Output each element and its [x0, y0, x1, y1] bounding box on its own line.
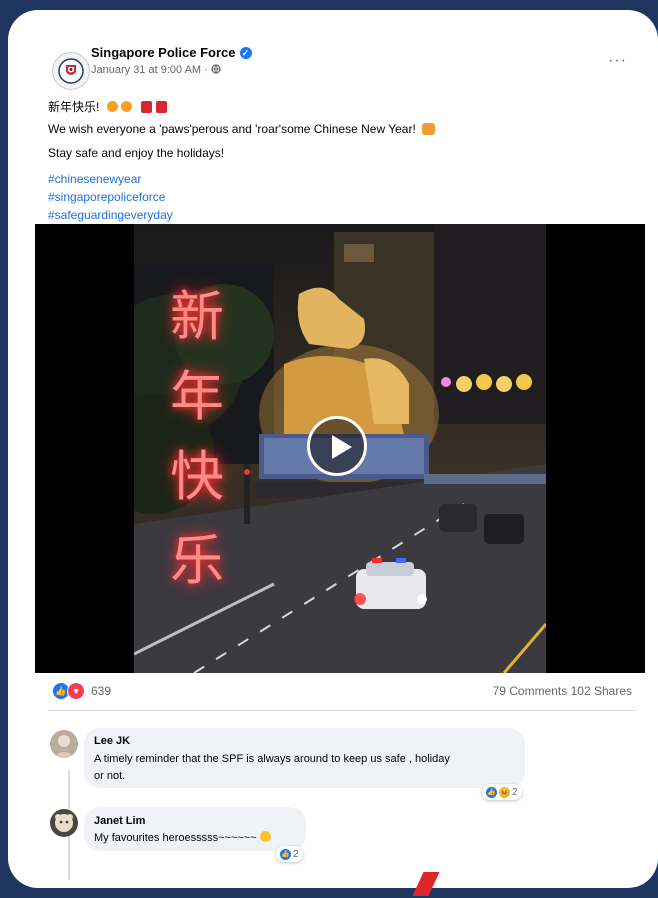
post-text-greeting: 新年快乐!: [48, 100, 100, 114]
red-envelope-icon: [141, 101, 153, 113]
police-crest-icon: [58, 58, 84, 84]
comment-author[interactable]: Lee JK: [94, 735, 130, 747]
neon-overlay-char-2: 年: [170, 365, 224, 428]
tiger-emoji-icon: [422, 123, 436, 135]
commenter-avatar[interactable]: [50, 730, 78, 758]
comment-text-line: My favourites heroesssss~~~~~~: [94, 830, 271, 847]
comment-text-line-1: A timely reminder that the SPF is always…: [94, 753, 450, 765]
divider: [48, 710, 636, 711]
like-reaction-icon: 👍: [280, 848, 291, 860]
comment-reaction-count: 2: [293, 848, 299, 860]
video-player[interactable]: 新 年 快 乐: [35, 224, 645, 673]
hashtag-singaporepoliceforce[interactable]: #singaporepoliceforce: [48, 190, 165, 204]
love-reaction-icon: ♥: [67, 682, 85, 700]
post-card: Singapore Police Force ✓ January 31 at 9…: [8, 10, 658, 888]
comment-author[interactable]: Janet Lim: [94, 815, 145, 827]
commenter-avatar[interactable]: [50, 809, 78, 837]
comment-reactions[interactable]: 👍 2: [276, 846, 303, 862]
play-button-icon[interactable]: [307, 416, 367, 476]
orange-emoji-icon: [106, 101, 118, 112]
page-avatar[interactable]: [52, 52, 90, 90]
orange-emoji-icon: [121, 101, 133, 112]
reaction-count[interactable]: 639: [91, 684, 111, 698]
smile-emoji-icon: [259, 831, 271, 842]
hashtag-safeguardingeveryday[interactable]: #safeguardingeveryday: [48, 208, 173, 222]
page-name[interactable]: Singapore Police Force ✓: [91, 45, 252, 60]
comments-count-link[interactable]: 79 Comments: [493, 684, 568, 698]
public-globe-icon: [211, 64, 221, 74]
engagement-stats: 79 Comments 102 Shares: [493, 684, 632, 698]
hashtag-chinesenewyear[interactable]: #chinesenewyear: [48, 172, 141, 186]
shares-count-link[interactable]: 102 Shares: [571, 684, 632, 698]
more-options-icon[interactable]: ···: [608, 52, 627, 70]
verified-badge-icon: ✓: [239, 46, 252, 59]
red-envelope-icon: [155, 101, 167, 113]
avatar-photo-icon: [50, 809, 78, 837]
like-reaction-icon: 👍: [486, 786, 497, 798]
page-name-link[interactable]: Singapore Police Force: [91, 45, 236, 60]
post-timestamp[interactable]: January 31 at 9:00 AM: [91, 64, 201, 76]
comment-text-line-2: or not.: [94, 770, 126, 782]
reactions-summary[interactable]: 👍 ♥ 639: [52, 682, 111, 700]
haha-reaction-icon: 😆: [499, 786, 510, 798]
comment-reactions[interactable]: 👍 😆 2: [482, 784, 522, 800]
neon-overlay-char-4: 乐: [170, 529, 224, 592]
comment-reaction-count: 2: [512, 786, 518, 798]
comment-text: My favourites heroesssss~~~~~~: [94, 832, 257, 844]
post-text-holidays: Stay safe and enjoy the holidays!: [48, 146, 225, 160]
post-text-wish: We wish everyone a 'paws'perous and 'roa…: [48, 122, 416, 136]
avatar-photo-icon: [50, 730, 78, 758]
post-line-wish: We wish everyone a 'paws'perous and 'roa…: [48, 122, 436, 136]
post-line-greeting: 新年快乐!: [48, 98, 167, 115]
neon-overlay-char-1: 新: [170, 285, 224, 348]
post-meta: January 31 at 9:00 AM ·: [91, 64, 221, 76]
globe-icon: ·: [204, 64, 211, 76]
neon-overlay-char-3: 快: [170, 445, 224, 508]
